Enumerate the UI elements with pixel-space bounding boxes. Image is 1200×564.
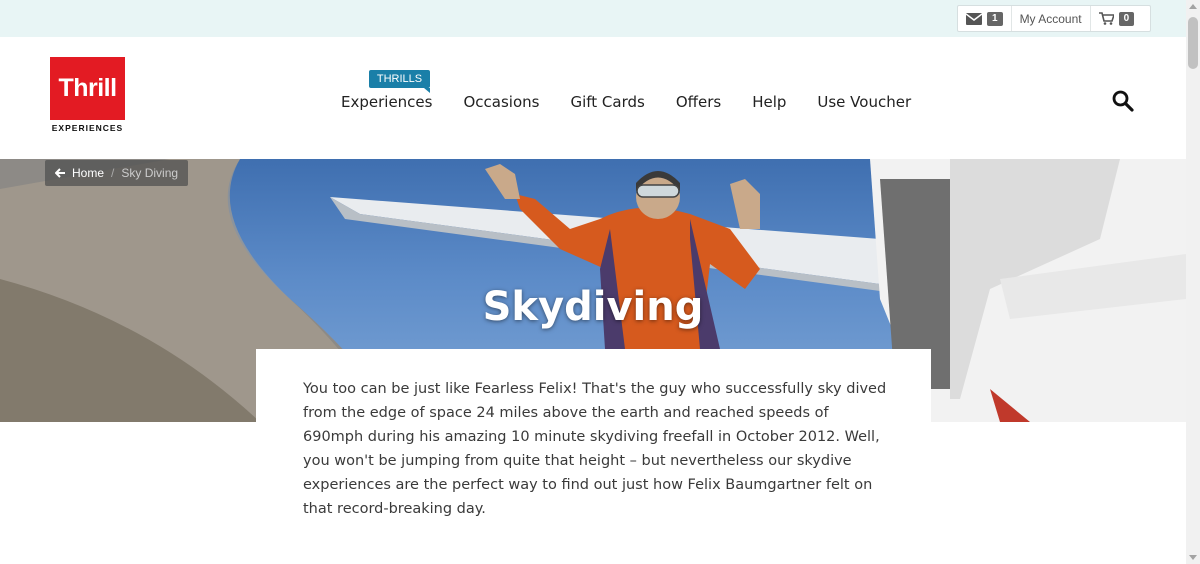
intro-card: You too can be just like Fearless Felix!… [256, 349, 931, 564]
intro-text: You too can be just like Fearless Felix!… [303, 381, 887, 517]
site-logo[interactable]: Thrill EXPERIENCES [50, 57, 125, 133]
mail-icon [966, 12, 982, 25]
search-icon[interactable] [1112, 90, 1134, 112]
site-header: Thrill EXPERIENCES THRILLS Experiences O… [0, 37, 1186, 159]
my-account-link[interactable]: My Account [1012, 6, 1091, 31]
thrills-tag: THRILLS [369, 70, 430, 93]
breadcrumb: Home / Sky Diving [45, 160, 189, 186]
scroll-down-arrow-icon[interactable] [1189, 555, 1197, 560]
messages-button[interactable]: 1 [958, 6, 1012, 31]
nav-help[interactable]: Help [752, 93, 786, 111]
nav-offers[interactable]: Offers [676, 93, 721, 111]
cart-count-badge: 0 [1118, 11, 1135, 26]
page-scrollbar[interactable] [1186, 0, 1200, 564]
top-utility-bar: 1 My Account 0 [0, 0, 1186, 37]
nav-use-voucher[interactable]: Use Voucher [817, 93, 911, 111]
cart-icon [1098, 12, 1114, 25]
breadcrumb-separator: / [111, 166, 115, 180]
scroll-up-arrow-icon[interactable] [1189, 4, 1197, 9]
messages-count-badge: 1 [987, 11, 1003, 26]
logo-mark: Thrill [50, 57, 125, 120]
breadcrumb-current: Sky Diving [121, 166, 179, 180]
nav-gift-cards[interactable]: Gift Cards [570, 93, 644, 111]
arrow-left-icon [55, 168, 65, 178]
account-toolbar: 1 My Account 0 [957, 5, 1151, 32]
nav-experiences[interactable]: Experiences [341, 93, 432, 111]
cart-button[interactable]: 0 [1091, 6, 1143, 31]
breadcrumb-home-link[interactable]: Home [72, 166, 104, 180]
main-nav: Experiences Occasions Gift Cards Offers … [341, 93, 942, 111]
page-title: Skydiving [482, 284, 704, 330]
scrollbar-thumb[interactable] [1188, 17, 1198, 69]
logo-tagline: EXPERIENCES [51, 123, 124, 133]
nav-occasions[interactable]: Occasions [463, 93, 539, 111]
